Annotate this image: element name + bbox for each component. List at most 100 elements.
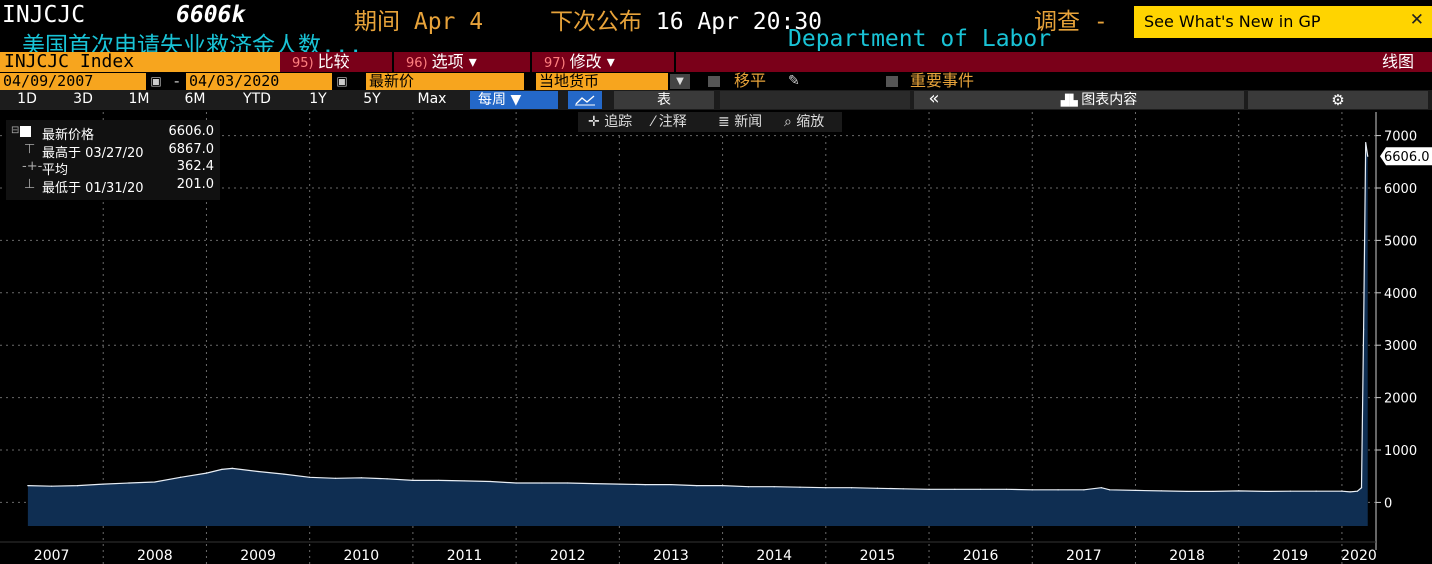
- data-point: [928, 488, 930, 490]
- zoom-icon: ⌕: [784, 114, 792, 130]
- collapse-tree-icon[interactable]: ⊟: [11, 125, 19, 136]
- avg-marker-icon: -+-: [22, 159, 43, 174]
- data-point: [1349, 491, 1351, 493]
- line-chart-icon[interactable]: [568, 91, 602, 109]
- data-point: [386, 478, 388, 480]
- legend-low-label: 最低于 01/31/20: [42, 181, 144, 196]
- range-6m[interactable]: 6M: [170, 90, 220, 109]
- chart-contents-button[interactable]: ▟▙ 图表内容: [954, 91, 1244, 109]
- pencil-icon[interactable]: ✎: [788, 72, 800, 90]
- x-tick-label: 2007: [34, 548, 70, 564]
- data-point: [1083, 489, 1085, 491]
- y-tick-label: 5000: [1384, 234, 1417, 249]
- end-date-field[interactable]: 04/03/2020: [186, 73, 332, 90]
- data-point: [1365, 141, 1367, 144]
- high-marker-icon: ⊤: [24, 142, 36, 157]
- crosshair-icon: ✛: [588, 114, 600, 130]
- x-tick-label: 2010: [343, 548, 379, 564]
- security-header: INJCJC 6606k 期间 Apr 4 下次公布 16 Apr 20:30 …: [0, 0, 1432, 59]
- options-num: 96): [406, 56, 428, 71]
- legend-avg-value: 362.4: [176, 159, 214, 174]
- news-icon: ≣: [718, 114, 730, 130]
- index-field[interactable]: INJCJC Index: [0, 52, 280, 72]
- line-graph-title: 线图: [1381, 52, 1414, 71]
- data-point: [489, 480, 491, 483]
- compare-num: 95): [292, 56, 314, 71]
- x-tick-label: 2020: [1341, 548, 1377, 564]
- trace-tool[interactable]: ✛ 追踪: [588, 112, 632, 132]
- data-point: [721, 485, 724, 487]
- range-ytd[interactable]: YTD: [230, 90, 284, 109]
- news-label: 新闻: [734, 114, 763, 130]
- data-point: [412, 479, 414, 482]
- start-date-field[interactable]: 04/09/2007: [0, 73, 146, 90]
- x-tick-label: 2019: [1273, 548, 1309, 564]
- pen-icon: ⁄: [652, 114, 655, 130]
- data-point: [128, 482, 130, 484]
- range-5y[interactable]: 5Y: [352, 90, 392, 109]
- range-max[interactable]: Max: [404, 90, 460, 109]
- data-point: [851, 487, 853, 489]
- data-point: [76, 485, 79, 487]
- data-point: [360, 477, 362, 479]
- annotate-tool[interactable]: ⁄ 注释: [652, 112, 687, 132]
- key-events-checkbox[interactable]: [886, 76, 898, 87]
- date-separator: -: [174, 72, 180, 90]
- ticker[interactable]: INJCJC: [2, 2, 85, 28]
- chevron-down-icon[interactable]: ▼: [670, 74, 690, 89]
- range-3d[interactable]: 3D: [58, 90, 108, 109]
- y-tick-label: 0: [1384, 496, 1392, 511]
- range-1y[interactable]: 1Y: [298, 90, 338, 109]
- data-point: [257, 470, 259, 473]
- modify-button[interactable]: 97) 修改 ▾: [534, 52, 676, 72]
- calendar-icon[interactable]: ▣: [148, 74, 164, 88]
- data-point: [231, 467, 233, 469]
- data-point: [1363, 328, 1365, 330]
- data-point: [1005, 488, 1008, 490]
- data-point: [773, 486, 775, 488]
- data-point: [1186, 490, 1188, 493]
- calendar-icon[interactable]: ▣: [334, 74, 350, 88]
- collapse-icon[interactable]: «: [914, 90, 954, 109]
- chart-contents-icon: ▟▙: [1060, 94, 1082, 107]
- x-tick-label: 2012: [550, 548, 586, 564]
- zoom-tool[interactable]: ⌕ 缩放: [784, 112, 824, 132]
- data-point: [438, 479, 440, 482]
- data-point: [154, 481, 156, 483]
- legend-high-value: 6867.0: [168, 142, 215, 157]
- data-point: [902, 488, 904, 490]
- x-tick-label: 2013: [653, 548, 689, 564]
- data-point: [27, 485, 29, 487]
- data-point: [102, 483, 104, 485]
- data-point: [825, 487, 827, 489]
- x-tick-label: 2017: [1066, 548, 1102, 564]
- compare-label: 比较: [317, 52, 350, 71]
- range-1m[interactable]: 1M: [114, 90, 164, 109]
- x-tick-label: 2018: [1169, 548, 1205, 564]
- data-point: [1109, 489, 1111, 491]
- last-value-label: 6606.0: [1384, 150, 1430, 165]
- compare-button[interactable]: 95) 比较: [282, 52, 394, 72]
- currency-select[interactable]: 当地货币: [536, 73, 668, 90]
- y-tick-label: 2000: [1384, 392, 1417, 407]
- news-tool[interactable]: ≣ 新闻: [718, 112, 762, 132]
- data-point: [747, 486, 749, 488]
- next-release: 下次公布 16 Apr 20:30: [550, 2, 822, 36]
- controls-bar: 04/09/2007 ▣ - 04/03/2020 ▣ 最新价 当地货币 ▼ 移…: [0, 72, 1432, 90]
- frequency-select[interactable]: 每周 ▼: [470, 91, 558, 109]
- moving-avg-checkbox[interactable]: [708, 76, 720, 87]
- data-point: [463, 480, 466, 482]
- close-icon[interactable]: ✕: [1410, 10, 1424, 30]
- data-point: [180, 476, 182, 478]
- legend-low-value: 201.0: [176, 177, 214, 192]
- range-toolbar: 1D 3D 1M 6M YTD 1Y 5Y Max 每周 ▼ 表 « ▟▙ 图表…: [0, 90, 1432, 110]
- gear-icon[interactable]: ⚙: [1248, 91, 1428, 109]
- options-button[interactable]: 96) 选项 ▾: [396, 52, 532, 72]
- legend-last-value: 6606.0: [168, 124, 215, 139]
- range-1d[interactable]: 1D: [4, 90, 50, 109]
- table-button[interactable]: 表: [614, 91, 714, 109]
- data-point: [1367, 155, 1369, 157]
- price-type-select[interactable]: 最新价: [366, 73, 524, 90]
- gp-whats-new-banner[interactable]: See What's New in GP ✕: [1134, 6, 1432, 38]
- source-name: Department of Labor: [788, 26, 1052, 52]
